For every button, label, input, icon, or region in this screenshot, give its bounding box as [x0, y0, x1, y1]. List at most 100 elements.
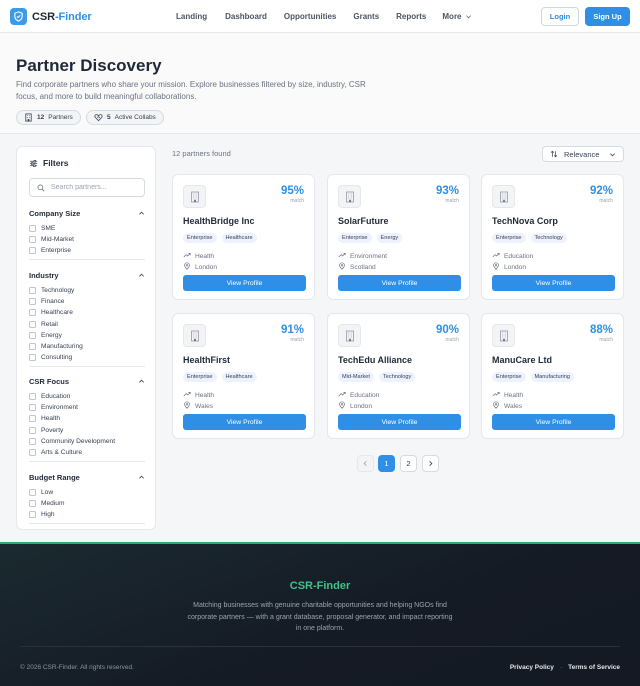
brand-logo[interactable]: CSR-Finder — [10, 8, 92, 25]
chevron-up-icon — [139, 475, 144, 479]
filter-option[interactable]: Manufacturing — [29, 341, 145, 352]
filter-option[interactable]: Consulting — [29, 352, 145, 363]
building-icon — [183, 185, 206, 208]
view-profile-button[interactable]: View Profile — [183, 275, 306, 291]
privacy-policy-link[interactable]: Privacy Policy — [510, 664, 554, 671]
filter-option[interactable]: SME — [29, 223, 145, 234]
nav-opportunities[interactable]: Opportunities — [284, 12, 336, 21]
checkbox[interactable] — [29, 437, 36, 445]
filter-option[interactable]: Low — [29, 487, 145, 498]
filters-sidebar: Filters Company Size SME Mid-Market Ente… — [16, 146, 156, 530]
checkbox[interactable] — [29, 331, 36, 339]
nav-more-dropdown[interactable]: More — [442, 12, 471, 21]
match-label: match — [445, 198, 459, 204]
filter-option[interactable]: Retail — [29, 319, 145, 330]
filter-option[interactable]: Energy — [29, 330, 145, 341]
filter-option[interactable]: Arts & Culture — [29, 447, 145, 458]
brand-suffix: -Finder — [54, 10, 92, 23]
terms-of-service-link[interactable]: Terms of Service — [568, 664, 620, 671]
filter-option[interactable]: High — [29, 509, 145, 520]
checkbox[interactable] — [29, 343, 36, 351]
search-input[interactable] — [51, 184, 141, 191]
checkbox[interactable] — [29, 354, 36, 362]
signup-button[interactable]: Sign Up — [585, 7, 630, 26]
trending-up-icon — [492, 251, 500, 261]
checkbox[interactable] — [29, 511, 36, 519]
view-profile-button[interactable]: View Profile — [338, 414, 461, 430]
stat-badge-partners: 12 Partners — [16, 110, 81, 125]
nav-reports[interactable]: Reports — [396, 12, 426, 21]
filter-option[interactable]: Poverty — [29, 425, 145, 436]
filter-group-header[interactable]: CSR Focus — [29, 376, 145, 387]
partner-focus: Education — [492, 251, 533, 261]
page-subtitle: Find corporate partners who share your m… — [16, 80, 366, 101]
top-navbar: CSR-Finder Landing Dashboard Opportuniti… — [0, 0, 640, 33]
prev-page-button[interactable] — [357, 455, 374, 472]
checkbox[interactable] — [29, 320, 36, 328]
match-label: match — [599, 337, 613, 343]
view-profile-button[interactable]: View Profile — [492, 275, 615, 291]
filter-option[interactable]: Enterprise — [29, 245, 145, 256]
filter-option[interactable]: Environment — [29, 402, 145, 413]
checkbox[interactable] — [29, 298, 36, 306]
filter-option[interactable]: Healthcare — [29, 307, 145, 318]
filter-option[interactable]: Technology — [29, 285, 145, 296]
nav-grants[interactable]: Grants — [353, 12, 379, 21]
filter-option-label: Healthcare — [41, 309, 73, 317]
partner-card: 90% match TechEdu Alliance Mid-Market Techno… — [327, 313, 470, 439]
partner-tags: Mid-Market Technology — [338, 372, 416, 382]
filter-option[interactable]: Medium — [29, 498, 145, 509]
view-profile-button[interactable]: View Profile — [183, 414, 306, 430]
nav-landing[interactable]: Landing — [176, 12, 207, 21]
tag-chip: Healthcare — [221, 372, 257, 382]
match-percent: 95% — [280, 185, 304, 197]
checkbox[interactable] — [29, 404, 36, 412]
checkbox[interactable] — [29, 449, 36, 457]
filter-option[interactable]: Community Development — [29, 436, 145, 447]
filter-option[interactable]: Education — [29, 391, 145, 402]
chevron-right-icon — [429, 461, 433, 466]
partner-location: London — [183, 262, 217, 272]
results-count: 12 partners found — [172, 149, 231, 158]
filter-option[interactable]: Finance — [29, 296, 145, 307]
view-profile-button[interactable]: View Profile — [338, 275, 461, 291]
filter-group-header[interactable]: Budget Range — [29, 472, 145, 483]
tag-chip: Mid-Market — [338, 372, 374, 382]
checkbox[interactable] — [29, 309, 36, 317]
filter-group-header[interactable]: Industry — [29, 270, 145, 281]
page-button-2[interactable]: 2 — [400, 455, 417, 472]
checkbox[interactable] — [29, 287, 36, 295]
next-page-button[interactable] — [422, 455, 439, 472]
focus-label: Health — [195, 252, 215, 260]
page-button-1[interactable]: 1 — [378, 455, 395, 472]
match-score: 93% match — [436, 185, 459, 204]
match-percent: 90% — [435, 324, 459, 336]
chevron-up-icon — [139, 273, 144, 277]
view-profile-button[interactable]: View Profile — [492, 414, 615, 430]
filter-option-label: Environment — [41, 404, 79, 412]
checkbox[interactable] — [29, 236, 36, 244]
nav-dashboard[interactable]: Dashboard — [225, 12, 267, 21]
match-label: match — [599, 198, 613, 204]
partner-name: TechEdu Alliance — [338, 355, 413, 365]
filter-option[interactable]: Mid-Market — [29, 234, 145, 245]
checkbox[interactable] — [29, 426, 36, 434]
filter-group-header[interactable]: Company Size — [29, 208, 145, 219]
checkbox[interactable] — [29, 225, 36, 233]
partner-card: 92% match TechNova Corp Enterprise Technolog… — [481, 174, 624, 300]
focus-label: Environment — [350, 252, 388, 260]
match-score: 92% match — [590, 185, 613, 204]
checkbox[interactable] — [29, 500, 36, 508]
sort-select[interactable]: Relevance — [542, 146, 624, 162]
checkbox[interactable] — [29, 393, 36, 401]
filter-option[interactable]: Health — [29, 413, 145, 424]
checkbox[interactable] — [29, 247, 36, 255]
filter-option-label: Consulting — [41, 354, 73, 362]
filter-option-label: Health — [41, 415, 61, 423]
stat-badge-collabs: 5 Active Collabs — [86, 110, 164, 125]
filter-group-industry: Industry Technology Finance Healthcare R… — [29, 270, 145, 363]
checkbox[interactable] — [29, 489, 36, 497]
login-button[interactable]: Login — [541, 7, 579, 26]
tag-chip: Enterprise — [492, 372, 526, 382]
checkbox[interactable] — [29, 415, 36, 423]
